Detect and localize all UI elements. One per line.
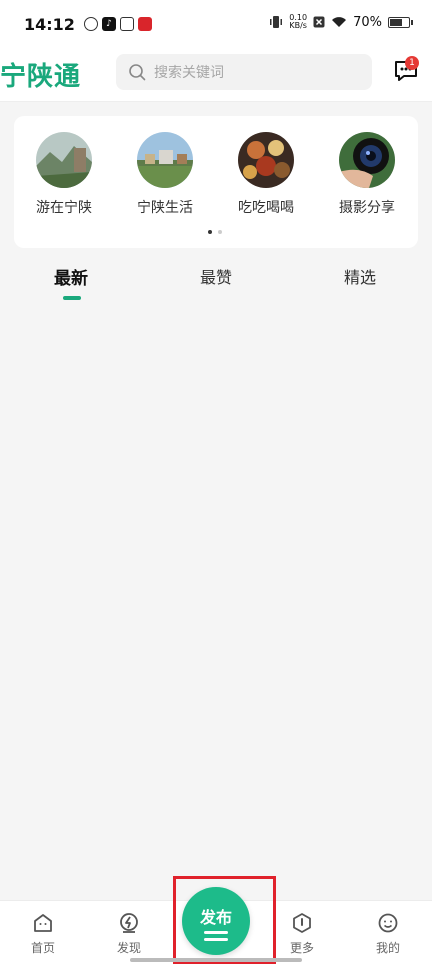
category-item-life[interactable]: 宁陕生活 [124,132,206,217]
carousel-dots [208,230,222,234]
status-right: 0.10 KB/s 70% [269,14,413,30]
nav-home[interactable]: 首页 [13,911,73,956]
status-time: 14:12 [24,15,75,34]
tiktok-icon: ♪ [102,17,116,31]
nav-mine-label: 我的 [375,941,400,955]
box-icon [120,17,134,31]
status-app-icon [84,17,98,31]
carousel-dot[interactable] [218,230,222,234]
net-speed: 0.10 KB/s [289,14,307,30]
tab-featured[interactable]: 精选 [344,264,376,288]
publish-lines-icon [204,931,228,945]
active-tab-indicator [63,296,81,300]
profile-icon [378,913,398,933]
category-label: 游在宁陕 [36,200,92,216]
status-app-icons: ♪ [84,17,152,31]
category-label: 吃吃喝喝 [238,200,294,216]
home-indicator[interactable] [130,958,302,962]
message-button[interactable]: 1 [394,56,420,84]
category-label: 宁陕生活 [137,200,193,216]
net-speed-unit: KB/s [289,21,307,30]
more-icon [293,913,311,933]
nav-mine[interactable]: 我的 [358,911,418,956]
discover-icon [120,913,138,933]
nav-more[interactable]: 更多 [272,911,332,956]
tab-latest[interactable]: 最新 [54,264,88,289]
home-icon [34,914,52,932]
mountain-photo-icon [36,132,92,188]
tab-most-liked[interactable]: 最赞 [200,264,232,288]
category-label: 摄影分享 [339,200,395,216]
app-header: 宁陕通 搜索关键词 1 [0,48,432,102]
battery-percent: 70% [353,14,382,30]
status-bar: 14:12 ♪ 0.10 KB/s 70% [0,0,432,48]
town-photo-icon [137,132,193,188]
message-badge: 1 [405,56,419,70]
vibrate-icon [270,16,283,28]
category-item-photography[interactable]: 摄影分享 [326,132,408,217]
no-sim-icon [313,16,325,28]
category-item-food[interactable]: 吃吃喝喝 [225,132,307,217]
category-card: 游在宁陕 宁陕生活 吃吃喝喝 摄影分享 [14,116,418,248]
search-placeholder: 搜索关键词 [154,65,224,81]
food-photo-icon [238,132,294,188]
nav-discover-label: 发现 [116,941,141,955]
nav-home-label: 首页 [30,941,55,955]
publish-button[interactable]: 发布 [182,887,250,955]
wifi-icon [332,17,347,27]
search-input[interactable]: 搜索关键词 [116,54,372,90]
battery-fill [390,18,402,26]
search-icon [129,64,146,81]
category-item-travel[interactable]: 游在宁陕 [23,132,105,217]
red-app-icon [138,17,152,31]
app-logo: 宁陕通 [0,62,82,92]
nav-more-label: 更多 [289,941,314,955]
camera-photo-icon [339,132,395,188]
publish-label: 发布 [199,908,232,927]
carousel-dot-active [208,230,212,234]
battery-icon [388,16,413,28]
nav-discover[interactable]: 发现 [99,911,159,956]
